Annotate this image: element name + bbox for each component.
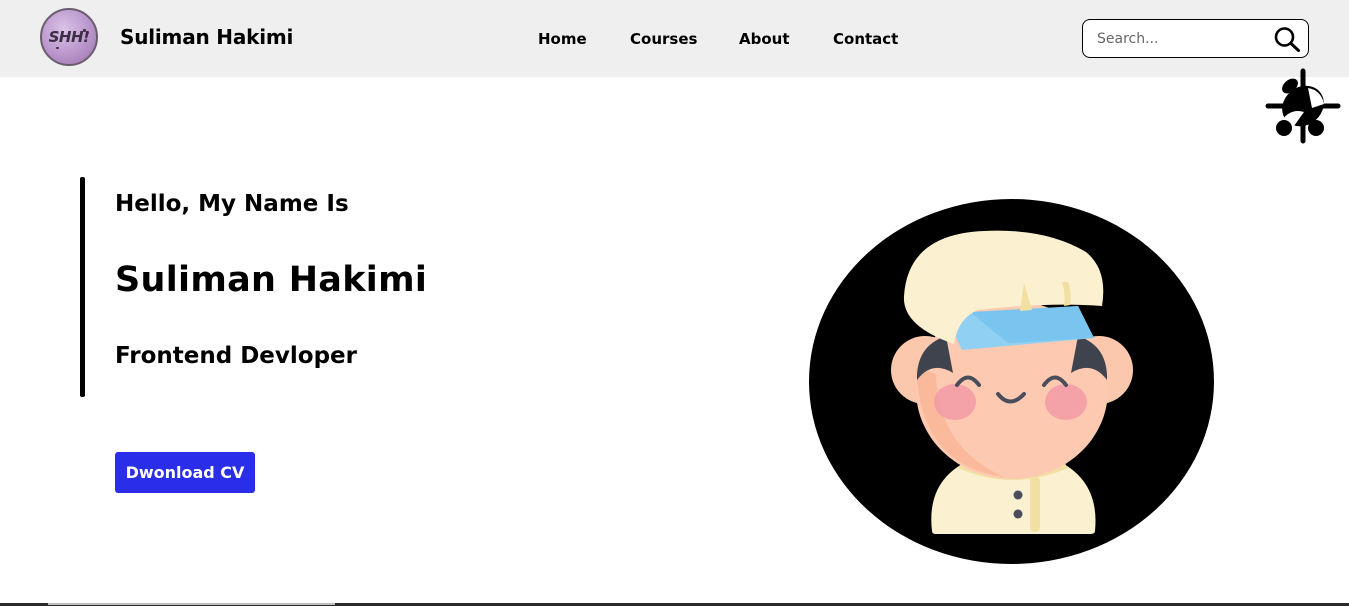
nav-link-home[interactable]: Home [538, 30, 587, 48]
hero-accent-bar [80, 177, 85, 397]
hero-role: Frontend Devloper [115, 343, 357, 369]
brand-name: Suliman Hakimi [120, 25, 294, 49]
avatar-illustration [809, 199, 1214, 564]
nav-link-courses[interactable]: Courses [630, 30, 697, 48]
search-icon[interactable] [1273, 26, 1301, 52]
download-cv-button[interactable]: Dwonload CV [115, 452, 255, 493]
nav-link-contact[interactable]: Contact [833, 30, 898, 48]
logo-dot [87, 32, 89, 34]
search-input[interactable] [1097, 28, 1257, 50]
site-logo[interactable]: SHH! [40, 8, 98, 66]
logo-dot [83, 29, 86, 32]
bug-icon[interactable] [1264, 68, 1342, 144]
navbar: SHH! Suliman Hakimi Home Courses About C… [0, 0, 1349, 77]
hero-name: Suliman Hakimi [115, 260, 428, 300]
hero-greeting: Hello, My Name Is [115, 191, 349, 217]
nav-link-about[interactable]: About [739, 30, 790, 48]
logo-dot [56, 47, 59, 49]
